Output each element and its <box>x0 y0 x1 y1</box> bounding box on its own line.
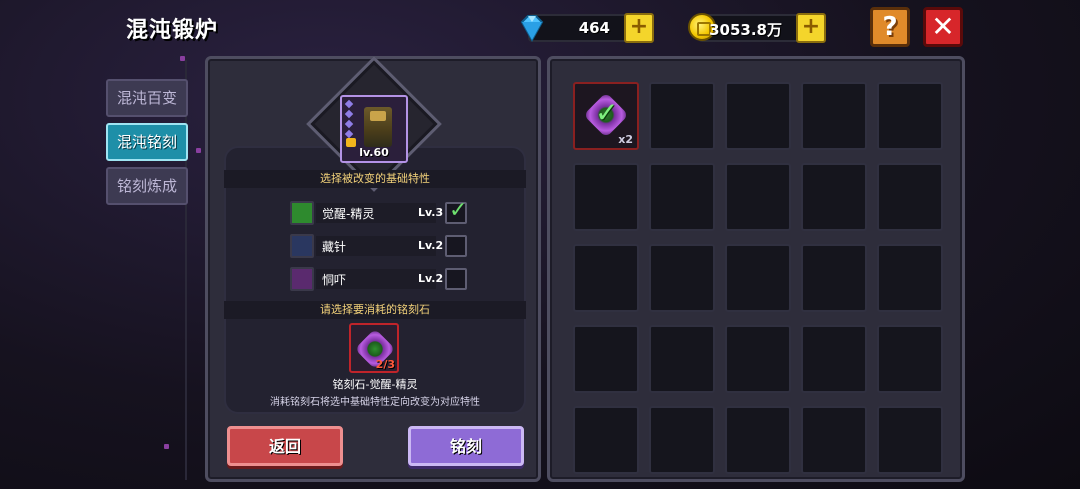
traits-heading: 选择被改变的基础特性 <box>224 170 526 188</box>
inventory-slot[interactable] <box>801 325 867 393</box>
trait-level: Lv.2 <box>418 272 444 285</box>
equipment-icon <box>364 107 392 147</box>
inventory-slot[interactable] <box>801 406 867 474</box>
item-quantity: x2 <box>618 133 633 146</box>
rune-heading: 请选择要消耗的铭刻石 <box>224 301 526 319</box>
trait-name: 觉醒-精灵 <box>322 207 375 221</box>
gem-counter: 464 + <box>520 13 654 43</box>
gem-amount: 464 <box>578 19 610 37</box>
diamond-icon <box>520 15 544 43</box>
add-gold-button[interactable]: + <box>796 13 826 43</box>
page-title: 混沌锻炉 <box>126 18 219 43</box>
back-button[interactable]: 返回 <box>227 426 343 466</box>
checkmark-icon: ✓ <box>449 198 468 223</box>
inventory-slot[interactable] <box>649 82 715 150</box>
socket-gems <box>344 99 354 143</box>
inventory-slot[interactable] <box>877 406 943 474</box>
trait-name: 恫吓 <box>322 273 347 287</box>
inventory-slot[interactable] <box>801 244 867 312</box>
engrave-description: 消耗铭刻石将选中基础特性定向改变为对应特性 <box>270 397 480 408</box>
trait-checkbox[interactable]: ✓ <box>445 198 467 224</box>
help-button[interactable]: ? <box>870 7 910 47</box>
equipment-level: lv.60 <box>359 146 389 159</box>
gold-amount: 3053.8万 <box>709 21 782 39</box>
tab-chaos-engrave[interactable]: 混沌铭刻 <box>106 123 188 161</box>
inventory-slot[interactable] <box>573 406 639 474</box>
engrave-button[interactable]: 铭刻 <box>408 426 524 466</box>
checkmark-icon: ✓ <box>595 96 619 129</box>
decorative-dot <box>164 444 169 449</box>
trait-row[interactable]: 恫吓 Lv.2 <box>290 267 468 291</box>
decorative-dot <box>196 148 201 153</box>
intimidate-icon <box>290 267 314 291</box>
inventory-slot[interactable] <box>725 406 791 474</box>
gold-counter: 3053.8万 + <box>688 13 826 43</box>
engrave-stone-count: 2/3 <box>375 358 395 371</box>
inventory-slot[interactable]: ✓ x2 <box>573 82 639 150</box>
inventory-slot[interactable] <box>877 325 943 393</box>
trait-level: Lv.2 <box>418 239 444 252</box>
trait-checkbox[interactable] <box>445 235 467 257</box>
hidden-needle-icon <box>290 234 314 258</box>
inventory-slot[interactable] <box>649 406 715 474</box>
inventory-slot[interactable] <box>877 163 943 231</box>
inventory-slot[interactable] <box>573 163 639 231</box>
trait-checkbox[interactable] <box>445 268 467 290</box>
trait-row[interactable]: 藏针 Lv.2 <box>290 234 468 258</box>
equipment-slot[interactable]: lv.60 <box>340 95 408 163</box>
add-gems-button[interactable]: + <box>624 13 654 43</box>
tab-chaos-transform[interactable]: 混沌百变 <box>106 79 188 117</box>
inventory-slot[interactable] <box>877 244 943 312</box>
trait-row[interactable]: 觉醒-精灵 Lv.3 ✓ <box>290 198 468 225</box>
inventory-slot[interactable] <box>649 163 715 231</box>
inventory-slot[interactable] <box>877 82 943 150</box>
inventory-slot[interactable] <box>801 163 867 231</box>
inventory-slot[interactable] <box>573 244 639 312</box>
inventory-slot[interactable] <box>725 163 791 231</box>
inventory-slot[interactable] <box>573 325 639 393</box>
close-button[interactable]: ✕ <box>923 7 963 47</box>
trait-level: Lv.3 <box>418 206 444 219</box>
engrave-stone-name: 铭刻石-觉醒-精灵 <box>332 378 418 391</box>
green-awaken-icon <box>290 201 314 225</box>
inventory-slot[interactable] <box>725 244 791 312</box>
engrave-stone-slot[interactable]: 2/3 <box>349 323 399 373</box>
inventory-slot[interactable] <box>649 325 715 393</box>
inventory-slot[interactable] <box>649 244 715 312</box>
decorative-dot <box>180 56 185 61</box>
tab-engrave-refine[interactable]: 铭刻炼成 <box>106 167 188 205</box>
inventory-slot[interactable] <box>725 82 791 150</box>
trait-name: 藏针 <box>322 240 347 254</box>
inventory-slot[interactable] <box>801 82 867 150</box>
inventory-slot[interactable] <box>725 325 791 393</box>
